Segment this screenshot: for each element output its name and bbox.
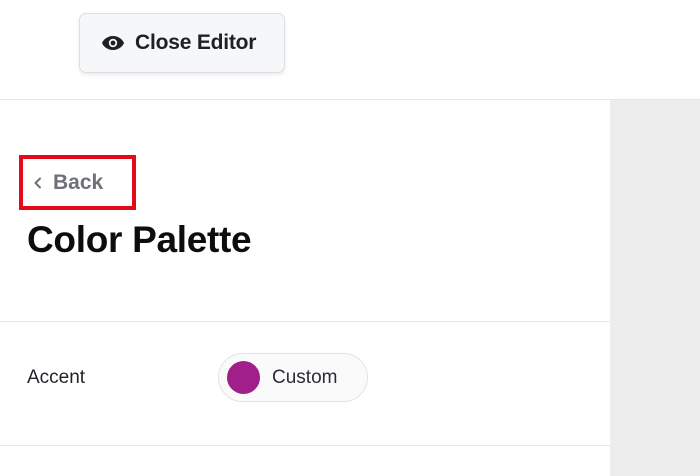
accent-label: Accent bbox=[27, 367, 86, 388]
chevron-left-icon bbox=[33, 177, 43, 189]
preview-area bbox=[610, 100, 700, 476]
close-editor-button[interactable]: Close Editor bbox=[79, 13, 285, 73]
color-value-label: Custom bbox=[272, 366, 338, 388]
accent-color-picker[interactable]: Custom bbox=[218, 353, 368, 402]
color-swatch bbox=[227, 361, 260, 394]
top-toolbar: Close Editor bbox=[0, 0, 700, 100]
close-editor-label: Close Editor bbox=[135, 31, 257, 54]
divider bbox=[0, 321, 610, 322]
back-link[interactable]: Back bbox=[19, 155, 136, 210]
page-title: Color Palette bbox=[27, 219, 252, 260]
divider bbox=[0, 445, 610, 446]
eye-icon bbox=[101, 35, 125, 51]
back-label: Back bbox=[53, 170, 104, 194]
